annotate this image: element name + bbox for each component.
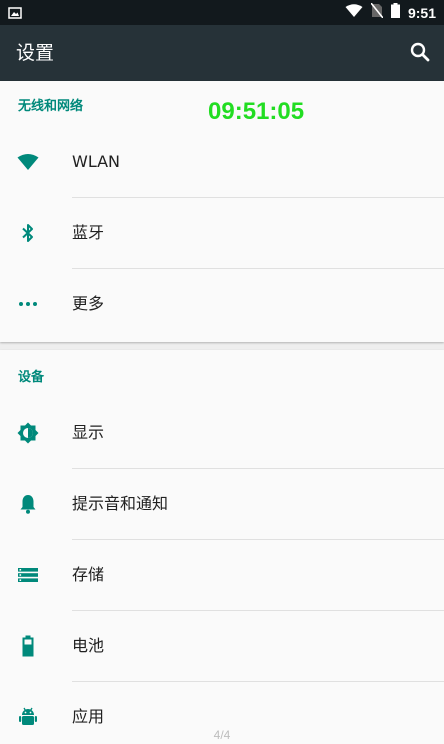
settings-item-label: WLAN	[72, 152, 121, 171]
overlay-clock: 09:51:05	[208, 98, 305, 125]
settings-item-label: 提示音和通知	[72, 494, 169, 513]
status-clock: 9:51	[407, 4, 436, 21]
section-header-device: 设备	[18, 370, 45, 385]
android-icon	[16, 705, 40, 729]
image-notification-icon	[8, 5, 22, 19]
settings-item-more[interactable]: 更多	[0, 269, 444, 340]
settings-item-label: 蓝牙	[72, 223, 105, 242]
no-sim-icon	[370, 2, 384, 22]
settings-screen: 9:51 设置 09:51:05 无线和网络 WLAN 蓝牙 更多 设备 显示 …	[0, 0, 444, 744]
settings-item-label: 更多	[72, 294, 105, 313]
settings-item-storage[interactable]: 存储	[0, 540, 444, 611]
app-bar: 设置	[0, 25, 444, 81]
settings-item-label: 存储	[72, 565, 105, 584]
more-dots-icon	[16, 292, 40, 316]
bluetooth-icon	[16, 221, 40, 245]
section-header-wireless: 无线和网络	[18, 99, 84, 114]
settings-item-bluetooth[interactable]: 蓝牙	[0, 198, 444, 269]
battery-icon	[390, 3, 400, 22]
settings-item-wlan[interactable]: WLAN	[0, 127, 444, 198]
battery-icon	[16, 634, 40, 658]
settings-item-sound-notification[interactable]: 提示音和通知	[0, 469, 444, 540]
settings-item-label: 应用	[72, 707, 105, 726]
wifi-icon	[16, 150, 40, 174]
wifi-icon	[345, 3, 363, 22]
settings-item-display[interactable]: 显示	[0, 398, 444, 469]
settings-item-battery[interactable]: 电池	[0, 611, 444, 682]
device-section: 设备 显示 提示音和通知 存储 电池 应用	[0, 350, 444, 744]
status-bar: 9:51	[0, 0, 444, 25]
bell-icon	[16, 492, 40, 516]
search-icon[interactable]	[408, 40, 432, 64]
page-indicator: 4/4	[213, 728, 231, 742]
settings-item-label: 显示	[72, 423, 105, 442]
page-title: 设置	[16, 42, 55, 64]
brightness-icon	[16, 421, 40, 445]
storage-icon	[16, 563, 40, 587]
settings-item-label: 电池	[72, 636, 105, 655]
status-icons: 9:51	[345, 0, 436, 25]
